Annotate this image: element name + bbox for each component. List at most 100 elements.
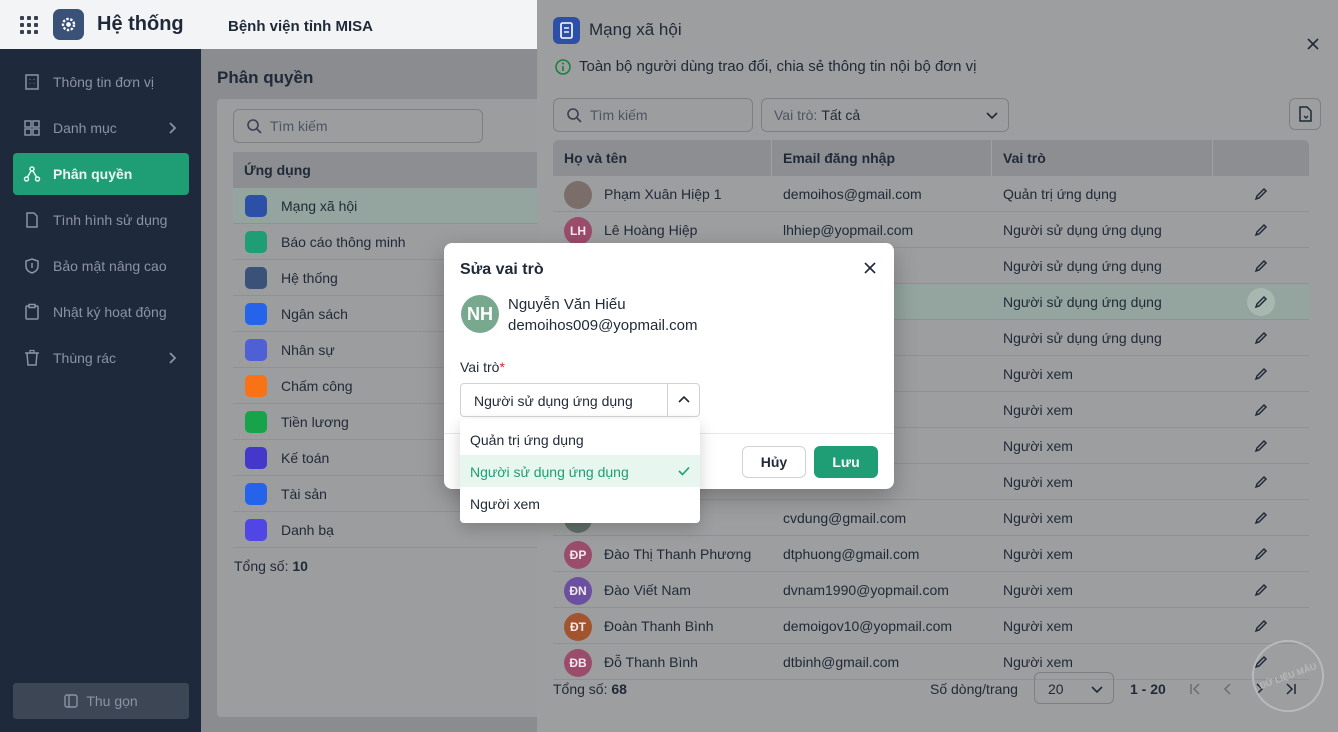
search-icon <box>247 119 262 134</box>
avatar: NH <box>461 295 499 333</box>
role-cell: Người xem <box>1003 366 1073 382</box>
user-search-input[interactable]: Tìm kiếm <box>553 98 753 132</box>
app-label: Báo cáo thông minh <box>281 233 406 250</box>
app-list-item[interactable]: Mạng xã hội <box>233 188 547 224</box>
edit-icon[interactable] <box>1253 222 1269 238</box>
sidebar-item-usage[interactable]: Tình hình sử dụng <box>13 199 189 241</box>
rows-per-page-select[interactable]: 20 <box>1034 672 1114 704</box>
app-icon <box>245 483 267 505</box>
social-network-icon <box>553 17 580 44</box>
table-row[interactable]: ĐP Đào Thị Thanh Phương dtphuong@gmail.com… <box>553 536 1309 572</box>
close-icon[interactable] <box>1306 37 1320 51</box>
app-total: Tổng số: 10 <box>234 558 308 574</box>
app-icon <box>245 447 267 469</box>
table-row[interactable]: ĐN Đào Viết Nam dvnam1990@yopmail.com Người… <box>553 572 1309 608</box>
table-row[interactable]: ĐB Đỗ Thanh Bình dtbinh@gmail.com Người xem <box>553 644 1309 680</box>
collapse-sidebar-button[interactable]: Thu gọn <box>13 683 189 719</box>
app-list-header: Ứng dụng <box>233 152 547 188</box>
organization-name: Bệnh viện tỉnh MISA <box>228 18 374 35</box>
sidebar-item-unit-info[interactable]: Thông tin đơn vị <box>13 61 189 103</box>
role-field-label: Vai trò* <box>460 359 505 375</box>
app-launcher-icon[interactable] <box>20 16 38 34</box>
app-icon <box>245 339 267 361</box>
role-select[interactable]: Người sử dụng ứng dụng <box>460 383 700 417</box>
role-cell: Người xem <box>1003 438 1073 454</box>
sidebar-item-label: Tình hình sử dụng <box>53 212 168 228</box>
role-filter-select[interactable]: Vai trò: Tất cả <box>761 98 1009 132</box>
cancel-button[interactable]: Hủy <box>742 446 806 478</box>
app-label: Hệ thống <box>281 269 338 286</box>
building-icon <box>25 74 39 90</box>
table-header: Họ và tên Email đăng nhập Vai trò <box>553 140 1309 176</box>
gear-icon <box>53 9 84 40</box>
role-cell: Người xem <box>1003 510 1073 526</box>
role-select-value: Người sử dụng ứng dụng <box>474 393 633 409</box>
avatar: LH <box>564 217 592 245</box>
edit-icon[interactable] <box>1253 186 1269 202</box>
drawer-description: Toàn bộ người dùng trao đổi, chia sẻ thô… <box>555 58 976 75</box>
table-row[interactable]: ĐT Đoàn Thanh Bình demoigov10@yopmail.com N… <box>553 608 1309 644</box>
chevron-right-icon <box>169 352 177 364</box>
save-button[interactable]: Lưu <box>814 446 878 478</box>
edit-icon[interactable] <box>1253 438 1269 454</box>
user-email: demoihos009@yopmail.com <box>508 317 698 334</box>
app-icon <box>245 303 267 325</box>
edit-icon[interactable] <box>1247 288 1275 316</box>
role-cell: Người xem <box>1003 546 1073 562</box>
share-nodes-icon <box>23 166 41 182</box>
role-cell: Người xem <box>1003 582 1073 598</box>
edit-icon[interactable] <box>1253 366 1269 382</box>
role-label-text: Vai trò <box>460 359 500 375</box>
chevron-up-icon[interactable] <box>678 394 690 406</box>
role-filter-value: Tất cả <box>821 107 861 123</box>
role-option-app-admin[interactable]: Quản trị ứng dụng <box>460 423 700 455</box>
app-icon <box>245 519 267 541</box>
edit-icon[interactable] <box>1253 330 1269 346</box>
role-cell: Người xem <box>1003 402 1073 418</box>
total-label: Tổng số: <box>553 681 608 697</box>
role-option-app-user[interactable]: Người sử dụng ứng dụng <box>460 455 700 487</box>
document-icon <box>26 212 38 228</box>
role-option-viewer[interactable]: Người xem <box>460 487 700 519</box>
edit-icon[interactable] <box>1253 402 1269 418</box>
sidebar-item-categories[interactable]: Danh mục <box>13 107 189 149</box>
avatar: ĐP <box>564 541 592 569</box>
rows-per-page-value: 20 <box>1048 681 1064 697</box>
collapse-label: Thu gọn <box>86 693 138 709</box>
edit-icon[interactable] <box>1253 474 1269 490</box>
shield-icon <box>25 258 39 274</box>
app-title: Hệ thống <box>97 13 184 35</box>
export-button[interactable] <box>1289 98 1321 130</box>
user-name-cell: Đào Thị Thanh Phương <box>604 546 752 562</box>
sidebar-item-activity-log[interactable]: Nhật ký hoạt động <box>13 291 189 333</box>
edit-icon[interactable] <box>1253 582 1269 598</box>
edit-icon[interactable] <box>1253 510 1269 526</box>
sidebar-item-trash[interactable]: Thùng rác <box>13 337 189 379</box>
app-icon <box>245 411 267 433</box>
table-row[interactable]: Phạm Xuân Hiệp 1 demoihos@gmail.com Quản t… <box>553 176 1309 212</box>
avatar <box>564 181 592 209</box>
edit-icon[interactable] <box>1253 258 1269 274</box>
app-label: Ngân sách <box>281 305 348 322</box>
sidebar-item-permissions[interactable]: Phân quyền <box>13 153 189 195</box>
app-label: Tài sản <box>281 485 327 502</box>
edit-icon[interactable] <box>1253 618 1269 634</box>
column-header-email: Email đăng nhập <box>783 150 896 166</box>
first-page-icon[interactable] <box>1189 683 1201 695</box>
app-icon <box>245 231 267 253</box>
edit-icon[interactable] <box>1253 546 1269 562</box>
close-icon[interactable] <box>863 261 877 275</box>
role-cell: Người sử dụng ứng dụng <box>1003 258 1162 274</box>
role-cell: Người xem <box>1003 474 1073 490</box>
avatar: ĐN <box>564 577 592 605</box>
collapse-icon <box>64 694 79 708</box>
previous-page-icon[interactable] <box>1222 683 1234 695</box>
sidebar-item-security[interactable]: Bảo mật nâng cao <box>13 245 189 287</box>
role-cell: Người sử dụng ứng dụng <box>1003 222 1162 238</box>
avatar: ĐT <box>564 613 592 641</box>
email-cell: cvdung@gmail.com <box>783 510 907 526</box>
export-file-icon <box>1299 106 1312 122</box>
dialog-title: Sửa vai trò <box>460 261 544 278</box>
app-label: Nhân sự <box>281 341 335 358</box>
app-search-input[interactable]: Tìm kiếm <box>233 109 483 143</box>
